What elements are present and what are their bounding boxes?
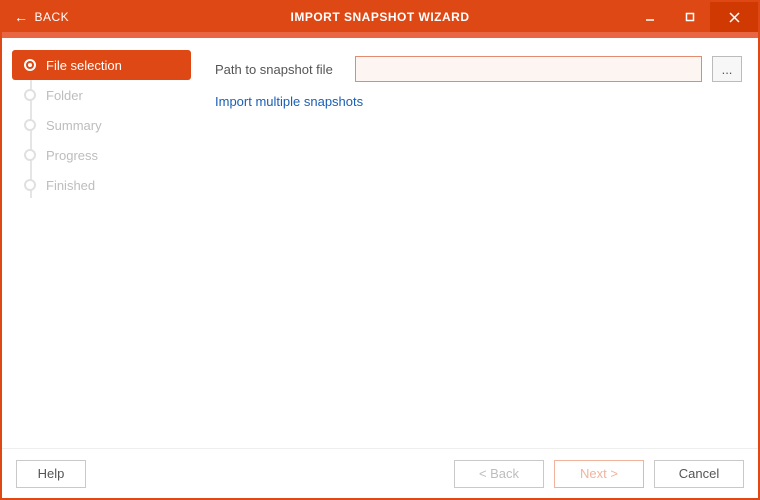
maximize-icon bbox=[685, 12, 695, 22]
step-folder: Folder bbox=[2, 80, 197, 110]
path-row: Path to snapshot file ... bbox=[215, 56, 742, 82]
wizard-steps: File selection Folder Summary Progress F… bbox=[2, 50, 197, 200]
minimize-button[interactable] bbox=[630, 2, 670, 32]
minimize-icon bbox=[645, 12, 655, 22]
step-label: Finished bbox=[46, 178, 95, 193]
browse-button[interactable]: ... bbox=[712, 56, 742, 82]
close-icon bbox=[729, 12, 740, 23]
wizard-window: ← BACK IMPORT SNAPSHOT WIZARD File bbox=[0, 0, 760, 500]
next-step-button[interactable]: Next > bbox=[554, 460, 644, 488]
window-title: IMPORT SNAPSHOT WIZARD bbox=[291, 10, 470, 24]
step-progress: Progress bbox=[2, 140, 197, 170]
back-button[interactable]: ← BACK bbox=[2, 2, 81, 32]
step-label: Summary bbox=[46, 118, 102, 133]
content-area: File selection Folder Summary Progress F… bbox=[2, 38, 758, 448]
path-input[interactable] bbox=[355, 56, 702, 82]
sidebar: File selection Folder Summary Progress F… bbox=[2, 38, 197, 448]
window-controls bbox=[630, 2, 758, 32]
step-finished: Finished bbox=[2, 170, 197, 200]
step-label: Progress bbox=[46, 148, 98, 163]
import-multiple-link[interactable]: Import multiple snapshots bbox=[215, 94, 742, 109]
cancel-button[interactable]: Cancel bbox=[654, 460, 744, 488]
step-file-selection[interactable]: File selection bbox=[12, 50, 191, 80]
maximize-button[interactable] bbox=[670, 2, 710, 32]
step-bullet-icon bbox=[24, 149, 36, 161]
step-bullet-icon bbox=[24, 89, 36, 101]
step-bullet-icon bbox=[24, 59, 36, 71]
titlebar: ← BACK IMPORT SNAPSHOT WIZARD bbox=[2, 2, 758, 32]
step-label: File selection bbox=[46, 58, 122, 73]
step-summary: Summary bbox=[2, 110, 197, 140]
step-bullet-icon bbox=[24, 179, 36, 191]
step-label: Folder bbox=[46, 88, 83, 103]
step-bullet-icon bbox=[24, 119, 36, 131]
help-button[interactable]: Help bbox=[16, 460, 86, 488]
path-label: Path to snapshot file bbox=[215, 62, 345, 77]
back-step-button[interactable]: < Back bbox=[454, 460, 544, 488]
main-panel: Path to snapshot file ... Import multipl… bbox=[197, 38, 758, 448]
close-button[interactable] bbox=[710, 2, 758, 32]
back-arrow-icon: ← bbox=[14, 10, 29, 24]
back-label: BACK bbox=[35, 10, 70, 24]
footer: Help < Back Next > Cancel bbox=[2, 448, 758, 498]
